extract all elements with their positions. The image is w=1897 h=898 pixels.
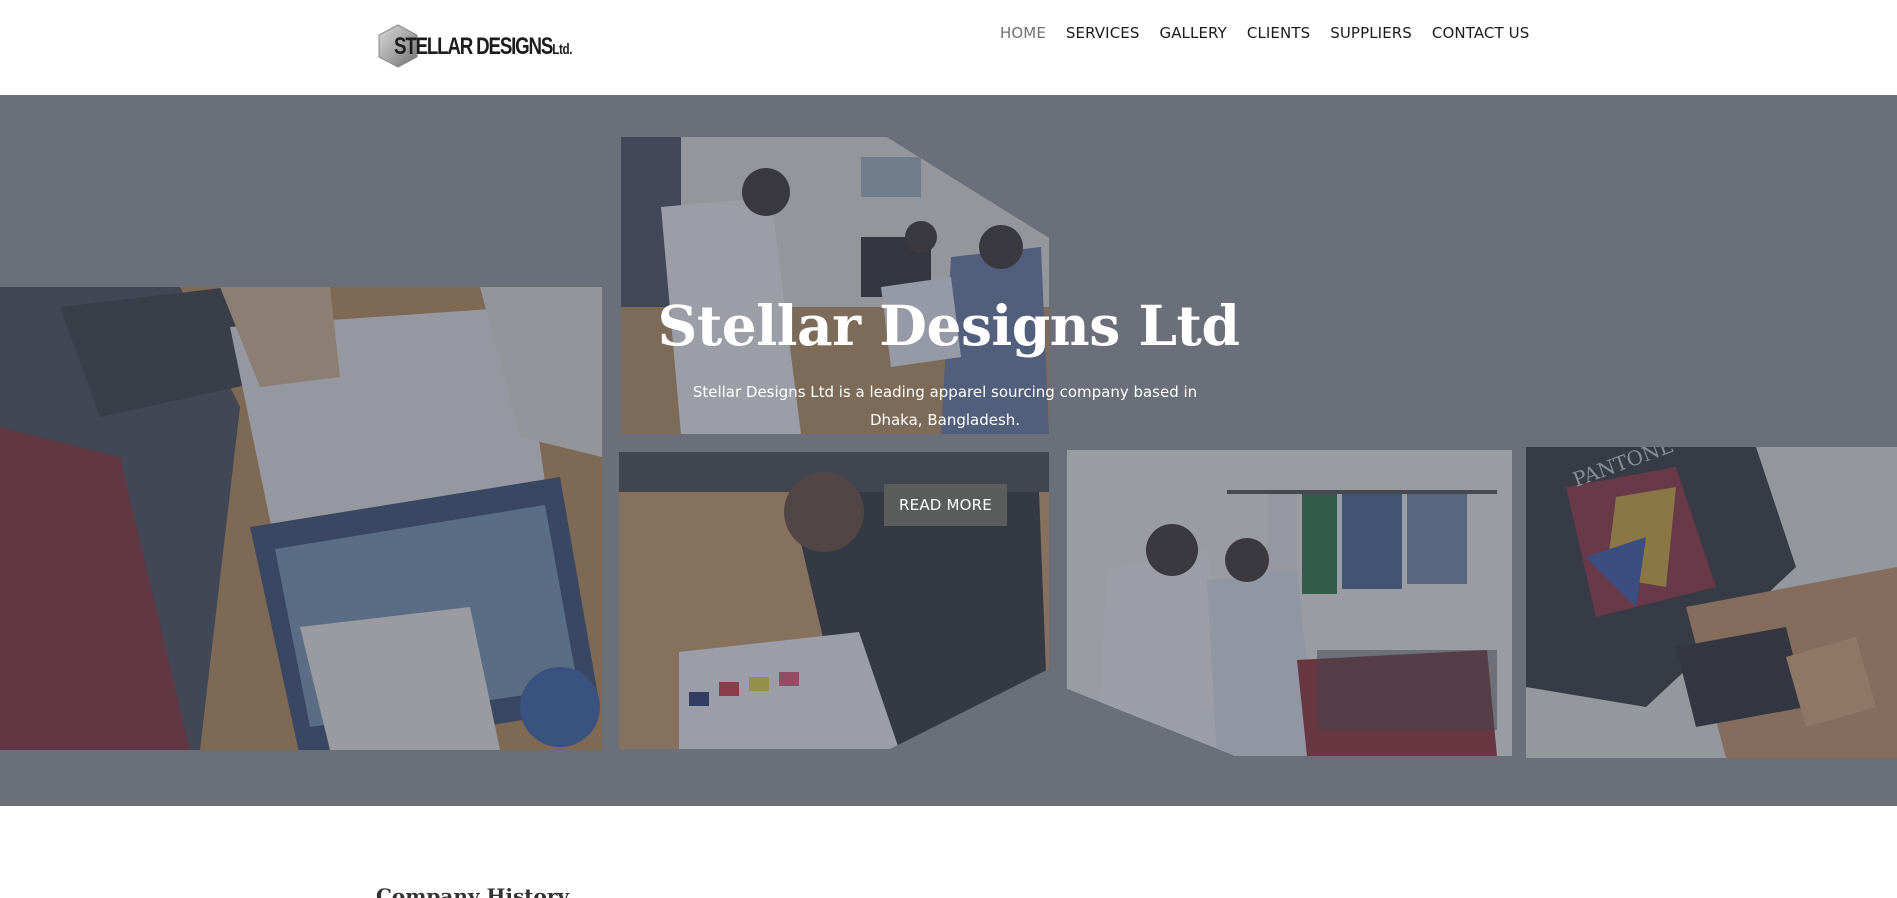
- brand-logo[interactable]: STELLAR DESIGNSLtd.: [376, 22, 576, 70]
- main-nav: HOME SERVICES GALLERY CLIENTS SUPPLIERS …: [1000, 24, 1529, 42]
- hero-subtitle: Stellar Designs Ltd is a leading apparel…: [692, 383, 1198, 429]
- nav-services[interactable]: SERVICES: [1066, 24, 1140, 42]
- hero-banner: PANTONE Stellar Designs Ltd Stellar Desi…: [0, 95, 1897, 806]
- nav-suppliers[interactable]: SUPPLIERS: [1330, 24, 1412, 42]
- hero-title: Stellar Designs Ltd: [657, 293, 1240, 358]
- hero-content: Stellar Designs Ltd Stellar Designs Ltd …: [0, 95, 1897, 806]
- nav-clients[interactable]: CLIENTS: [1247, 24, 1310, 42]
- brand-name: STELLAR DESIGNSLtd.: [394, 33, 573, 61]
- company-history-heading: Company History: [376, 884, 569, 898]
- site-header: STELLAR DESIGNSLtd. HOME SERVICES GALLER…: [0, 0, 1897, 95]
- nav-contact-us[interactable]: CONTACT US: [1432, 24, 1529, 42]
- brand-suffix: Ltd.: [552, 41, 573, 58]
- brand-name-text: STELLAR DESIGNS: [394, 33, 553, 60]
- read-more-button[interactable]: READ MORE: [884, 484, 1007, 526]
- nav-home[interactable]: HOME: [1000, 24, 1046, 42]
- nav-gallery[interactable]: GALLERY: [1159, 24, 1226, 42]
